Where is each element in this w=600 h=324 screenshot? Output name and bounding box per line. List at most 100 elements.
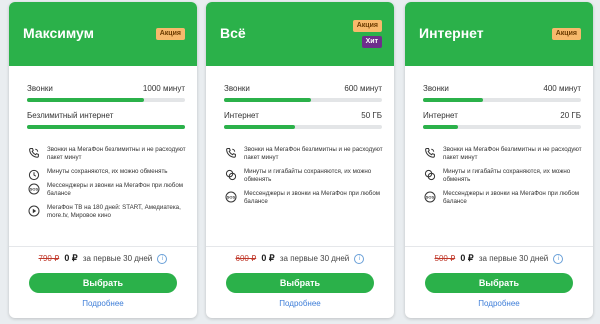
feature-text: Минуты сохраняются, их можно обменять — [47, 168, 168, 175]
internet-progress-fill — [224, 125, 296, 129]
feature-item: Минуты и гигабайты сохраняются, их можно… — [423, 168, 583, 184]
calls-meter: Звонки 400 минут — [423, 84, 581, 102]
plan-card-vse: Всё Акция Хит Звонки 600 минут Интернет … — [206, 2, 394, 318]
more-link[interactable]: Подробнее — [405, 299, 593, 308]
internet-meter: Интернет 50 ГБ — [224, 111, 382, 129]
internet-label: Интернет — [423, 111, 458, 120]
hit-badge: Хит — [361, 36, 382, 48]
calls-value: 400 минут — [543, 84, 581, 93]
internet-progress-track — [27, 125, 185, 129]
feature-item: МегаФон ТВ на 180 дней: START, Амедиатек… — [27, 204, 187, 220]
more-link[interactable]: Подробнее — [9, 299, 197, 308]
plan-title: Всё — [220, 25, 246, 41]
calls-progress-track — [27, 98, 185, 102]
internet-label: Интернет — [224, 111, 259, 120]
price-row: 600 ₽ 0 ₽ за первые 30 дней i — [206, 253, 394, 264]
feature-text: МегаФон ТВ на 180 дней: START, Амедиатек… — [47, 204, 181, 219]
calls-progress-fill — [27, 98, 144, 102]
promo-badge: Акция — [352, 20, 382, 32]
feature-list: Звонки на МегаФон безлимитны и не расход… — [423, 146, 583, 212]
svg-text:SOS: SOS — [29, 186, 38, 191]
info-icon[interactable]: i — [553, 253, 564, 264]
price-row: 500 ₽ 0 ₽ за первые 30 дней i — [405, 253, 593, 264]
feature-text: Мессенджеры и звонки на МегаФон при любо… — [443, 190, 580, 205]
feature-item: Звонки на МегаФон безлимитны и не расход… — [27, 146, 187, 162]
info-icon[interactable]: i — [354, 253, 365, 264]
plan-header: Максимум Акция — [9, 2, 197, 66]
new-price: 0 ₽ — [261, 253, 275, 263]
promo-badge: Акция — [155, 28, 185, 40]
divider — [405, 246, 593, 247]
phone-icon — [27, 146, 40, 159]
feature-item: Звонки на МегаФон безлимитны и не расход… — [423, 146, 583, 162]
divider — [9, 246, 197, 247]
price-note: за первые 30 дней — [279, 254, 350, 263]
internet-value: 20 ГБ — [560, 111, 581, 120]
calls-progress-fill — [423, 98, 484, 102]
more-link[interactable]: Подробнее — [206, 299, 394, 308]
feature-item: Звонки на МегаФон безлимитны и не расход… — [224, 146, 384, 162]
feature-text: Мессенджеры и звонки на МегаФон при любо… — [244, 190, 381, 205]
price-note: за первые 30 дней — [82, 254, 153, 263]
calls-progress-fill — [224, 98, 311, 102]
feature-text: Звонки на МегаФон безлимитны и не расход… — [244, 146, 383, 161]
calls-label: Звонки — [423, 84, 449, 93]
minutes-rollover-icon — [27, 168, 40, 181]
feature-list: Звонки на МегаФон безлимитны и не расход… — [27, 146, 187, 226]
feature-list: Звонки на МегаФон безлимитны и не расход… — [224, 146, 384, 212]
promo-badge: Акция — [551, 28, 581, 40]
calls-progress-track — [224, 98, 382, 102]
svg-text:SOS: SOS — [425, 194, 434, 199]
calls-value: 1000 минут — [142, 84, 185, 93]
divider — [206, 246, 394, 247]
new-price: 0 ₽ — [460, 253, 474, 263]
calls-value: 600 минут — [344, 84, 382, 93]
feature-text: Звонки на МегаФон безлимитны и не расход… — [47, 146, 186, 161]
price-note: за первые 30 дней — [478, 254, 549, 263]
sos-icon: SOS — [27, 182, 40, 195]
plan-header: Всё Акция Хит — [206, 2, 394, 66]
feature-item: SOS Мессенджеры и звонки на МегаФон при … — [27, 182, 187, 198]
phone-icon — [224, 146, 237, 159]
choose-button[interactable]: Выбрать — [226, 273, 374, 293]
feature-item: Минуты сохраняются, их можно обменять — [27, 168, 187, 180]
feature-item: SOS Мессенджеры и звонки на МегаФон при … — [423, 190, 583, 206]
choose-button[interactable]: Выбрать — [425, 273, 573, 293]
plan-title: Интернет — [419, 25, 484, 41]
info-icon[interactable]: i — [157, 253, 168, 264]
old-price: 500 ₽ — [434, 254, 456, 263]
calls-label: Звонки — [224, 84, 250, 93]
internet-progress-fill — [27, 125, 185, 129]
svg-text:SOS: SOS — [226, 194, 235, 199]
feature-text: Минуты и гигабайты сохраняются, их можно… — [443, 168, 571, 183]
choose-button[interactable]: Выбрать — [29, 273, 177, 293]
calls-meter: Звонки 1000 минут — [27, 84, 185, 102]
phone-icon — [423, 146, 436, 159]
tv-icon — [27, 204, 40, 217]
internet-value: 50 ГБ — [361, 111, 382, 120]
plan-header: Интернет Акция — [405, 2, 593, 66]
minutes-gigabytes-rollover-icon — [224, 168, 237, 181]
feature-text: Мессенджеры и звонки на МегаФон при любо… — [47, 182, 184, 197]
calls-label: Звонки — [27, 84, 53, 93]
calls-progress-track — [423, 98, 581, 102]
feature-item: SOS Мессенджеры и звонки на МегаФон при … — [224, 190, 384, 206]
sos-icon: SOS — [224, 190, 237, 203]
internet-meter: Интернет 20 ГБ — [423, 111, 581, 129]
internet-progress-fill — [423, 125, 458, 129]
internet-label: Безлимитный интернет — [27, 111, 114, 120]
minutes-gigabytes-rollover-icon — [423, 168, 436, 181]
calls-meter: Звонки 600 минут — [224, 84, 382, 102]
internet-meter: Безлимитный интернет — [27, 111, 185, 129]
plan-title: Максимум — [23, 25, 94, 41]
price-row: 790 ₽ 0 ₽ за первые 30 дней i — [9, 253, 197, 264]
feature-text: Звонки на МегаФон безлимитны и не расход… — [443, 146, 582, 161]
sos-icon: SOS — [423, 190, 436, 203]
internet-progress-track — [423, 125, 581, 129]
plan-card-internet: Интернет Акция Звонки 400 минут Интернет… — [405, 2, 593, 318]
internet-progress-track — [224, 125, 382, 129]
feature-text: Минуты и гигабайты сохраняются, их можно… — [244, 168, 372, 183]
new-price: 0 ₽ — [64, 253, 78, 263]
old-price: 600 ₽ — [235, 254, 257, 263]
old-price: 790 ₽ — [38, 254, 60, 263]
